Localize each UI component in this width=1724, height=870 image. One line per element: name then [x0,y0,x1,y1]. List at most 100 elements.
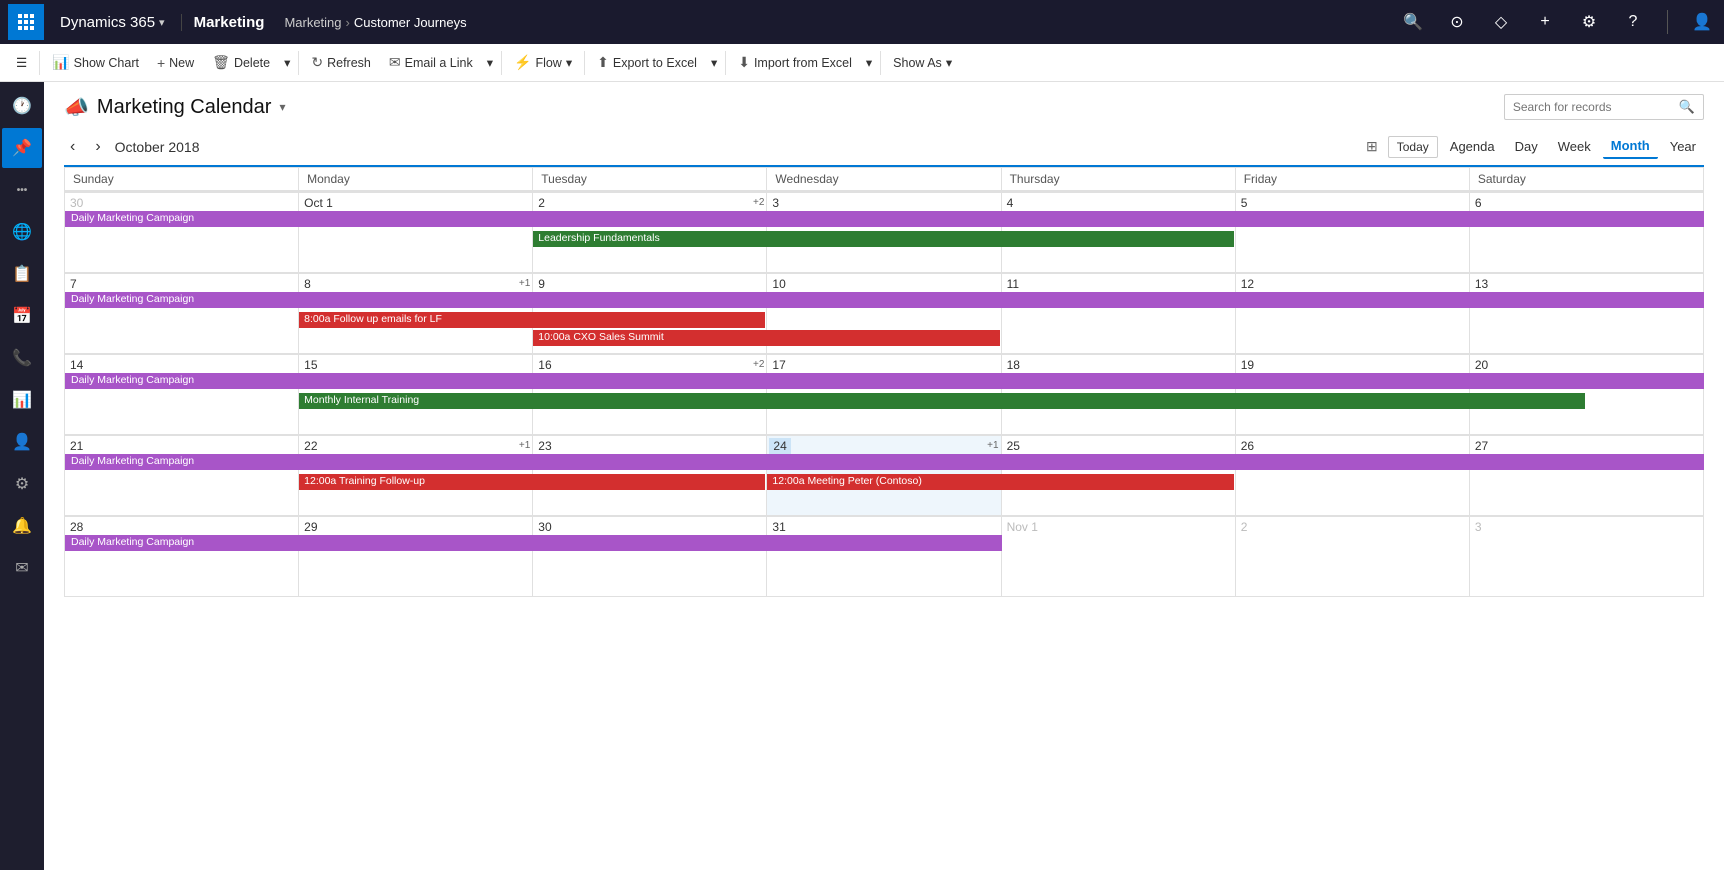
sidebar-item-clipboard[interactable]: 📋 [2,254,42,294]
day-oct8[interactable]: 8+1 [299,274,533,354]
sidebar-item-more[interactable]: ••• [2,170,42,210]
page-title: Marketing Calendar [97,96,272,119]
day-nov2[interactable]: 2 [1236,517,1470,597]
calendar-view-buttons: ⊞ Today Agenda Day Week Month Year [1366,134,1704,159]
search-input[interactable] [1513,100,1673,114]
day-oct13[interactable]: 13 [1470,274,1704,354]
day-oct20[interactable]: 20 [1470,355,1704,435]
day-oct14[interactable]: 14 [65,355,299,435]
day-oct24[interactable]: 24+1 [767,436,1001,516]
day-oct31[interactable]: 31 [767,517,1001,597]
day-oct21[interactable]: 21 [65,436,299,516]
day-sep30[interactable]: 30 [65,193,299,273]
calendar-week-4: 21 22+1 23 24+1 25 26 27 Daily Marketing… [64,435,1704,516]
prev-month-button[interactable]: ‹ [64,136,81,158]
sidebar-item-notification[interactable]: 🔔 [2,506,42,546]
today-button[interactable]: Today [1388,136,1438,158]
export-excel-button[interactable]: ⬆ Export to Excel [589,50,705,75]
day-oct15[interactable]: 15 [299,355,533,435]
view-day-button[interactable]: Day [1507,135,1546,158]
new-button[interactable]: + New [149,51,202,75]
import-dropdown[interactable]: ▾ [862,51,876,74]
day-oct4[interactable]: 4 [1002,193,1236,273]
sidebar-item-calendar[interactable]: 📅 [2,296,42,336]
day-oct9[interactable]: 9 [533,274,767,354]
day-oct11[interactable]: 11 [1002,274,1236,354]
calendar-header-row: Sunday Monday Tuesday Wednesday Thursday… [64,167,1704,192]
settings-icon[interactable]: ⊙ [1443,8,1471,36]
calendar-nav: ‹ › October 2018 ⊞ Today Agenda Day Week… [64,128,1704,167]
sidebar-item-pinned[interactable]: 📌 [2,128,42,168]
day-oct10[interactable]: 10 [767,274,1001,354]
search-box[interactable]: 🔍 [1504,94,1704,120]
chart-icon: 📊 [52,54,69,71]
toolbar-separator-5 [725,51,726,75]
next-month-button[interactable]: › [89,136,106,158]
sidebar-item-phone[interactable]: 📞 [2,338,42,378]
day-oct29[interactable]: 29 [299,517,533,597]
show-as-button[interactable]: Show As ▾ [885,51,960,74]
flow-button[interactable]: ⚡ Flow ▾ [506,50,580,75]
day-nov1[interactable]: Nov 1 [1002,517,1236,597]
day-nov3[interactable]: 3 [1470,517,1704,597]
calendar-container: ‹ › October 2018 ⊞ Today Agenda Day Week… [44,128,1724,870]
user-icon[interactable]: 👤 [1688,8,1716,36]
view-agenda-button[interactable]: Agenda [1442,135,1503,158]
day-oct1[interactable]: Oct 1 [299,193,533,273]
email-link-dropdown[interactable]: ▾ [483,51,497,74]
sidebar-item-settings[interactable]: ⚙ [2,464,42,504]
calendar-week-3: 14 15 16+2 17 18 19 20 Daily Marketing C… [64,354,1704,435]
show-chart-button[interactable]: 📊 Show Chart [44,50,147,75]
email-link-icon: ✉ [389,54,401,71]
view-year-button[interactable]: Year [1662,135,1704,158]
grid-view-icon[interactable]: ⊞ [1366,138,1378,155]
day-oct2[interactable]: 2+2 [533,193,767,273]
day-oct5[interactable]: 5 [1236,193,1470,273]
sidebar-item-globe[interactable]: 🌐 [2,212,42,252]
sidebar-item-mail[interactable]: ✉ [2,548,42,588]
delete-dropdown[interactable]: ▾ [280,51,294,74]
search-nav-icon[interactable]: 🔍 [1399,8,1427,36]
view-week-button[interactable]: Week [1550,135,1599,158]
refresh-button[interactable]: ↻ Refresh [303,50,379,75]
question-icon[interactable]: ? [1619,8,1647,36]
day-oct30[interactable]: 30 [533,517,767,597]
day-oct27[interactable]: 27 [1470,436,1704,516]
dynamics-365-label[interactable]: Dynamics 365 ▾ [52,14,173,31]
day-oct25[interactable]: 25 [1002,436,1236,516]
sidebar-item-recent[interactable]: 🕐 [2,86,42,126]
day-oct18[interactable]: 18 [1002,355,1236,435]
gear-icon[interactable]: ⚙ [1575,8,1603,36]
export-dropdown[interactable]: ▾ [707,51,721,74]
day-oct19[interactable]: 19 [1236,355,1470,435]
day-oct23[interactable]: 23 [533,436,767,516]
day-oct22[interactable]: 22+1 [299,436,533,516]
day-oct7[interactable]: 7 [65,274,299,354]
hamburger-menu[interactable]: ☰ [8,51,35,74]
delete-icon: 🗑 [212,54,230,71]
day-oct17[interactable]: 17 [767,355,1001,435]
day-oct16[interactable]: 16+2 [533,355,767,435]
view-month-button[interactable]: Month [1603,134,1658,159]
day-header-friday: Friday [1236,168,1470,190]
add-icon[interactable]: + [1531,8,1559,36]
delete-button[interactable]: 🗑 Delete [204,50,278,75]
extra-oct22: +1 [519,440,530,451]
email-link-button[interactable]: ✉ Email a Link [381,50,481,75]
import-excel-button[interactable]: ⬇ Import from Excel [730,50,860,75]
sidebar-item-report[interactable]: 📊 [2,380,42,420]
toolbar: ☰ 📊 Show Chart + New 🗑 Delete ▾ ↻ Refres… [0,44,1724,82]
day-oct26[interactable]: 26 [1236,436,1470,516]
show-as-dropdown-arrow: ▾ [946,55,952,70]
sidebar-item-person[interactable]: 👤 [2,422,42,462]
help-icon[interactable]: ◇ [1487,8,1515,36]
export-icon: ⬆ [597,54,609,71]
day-oct28[interactable]: 28 [65,517,299,597]
day-oct6[interactable]: 6 [1470,193,1704,273]
day-oct3[interactable]: 3 [767,193,1001,273]
page-title-dropdown[interactable]: ▾ [279,100,285,114]
day-oct12[interactable]: 12 [1236,274,1470,354]
app-grid-button[interactable] [8,4,44,40]
page-title-area: 📣 Marketing Calendar ▾ [64,95,285,120]
breadcrumb-marketing[interactable]: Marketing [284,15,341,30]
